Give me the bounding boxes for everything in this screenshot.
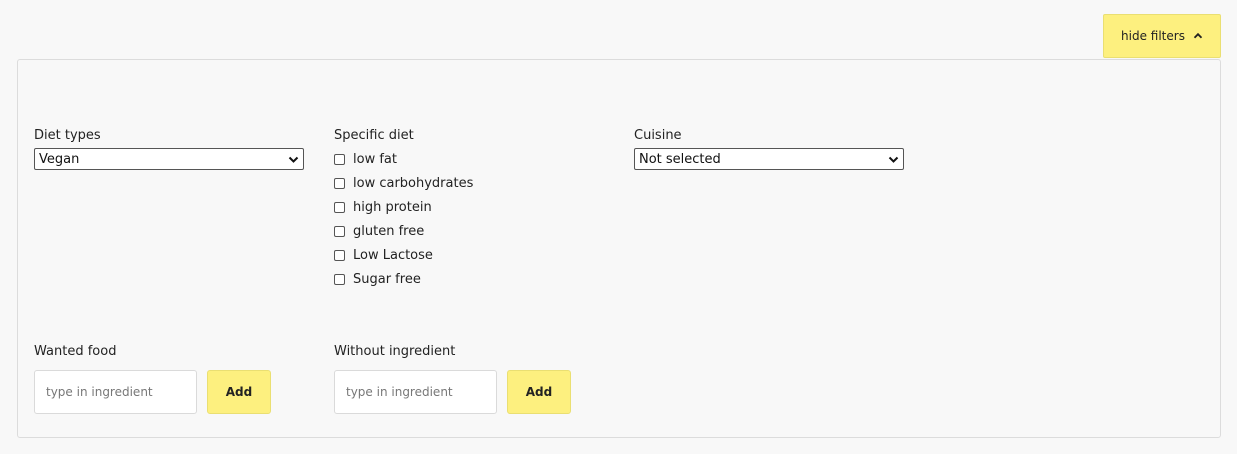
checkbox-sugar-free[interactable]: Sugar free bbox=[334, 272, 421, 287]
wanted-food-add-button[interactable]: Add bbox=[207, 370, 271, 414]
checkbox-box[interactable] bbox=[334, 250, 345, 261]
without-ingredient-input[interactable]: type in ingredient bbox=[334, 370, 497, 414]
chevron-down-icon bbox=[888, 156, 899, 163]
checkbox-box[interactable] bbox=[334, 274, 345, 285]
diet-types-select[interactable]: Vegan bbox=[34, 148, 304, 170]
chevron-down-icon bbox=[288, 156, 299, 163]
wanted-food-input[interactable]: type in ingredient bbox=[34, 370, 197, 414]
hide-filters-label: hide filters bbox=[1121, 29, 1185, 43]
cuisine-select[interactable]: Not selected bbox=[634, 148, 904, 170]
hide-filters-button[interactable]: hide filters bbox=[1103, 14, 1221, 58]
checkbox-label: low carbohydrates bbox=[353, 176, 474, 191]
checkbox-label: Sugar free bbox=[353, 272, 421, 287]
without-ingredient-label: Without ingredient bbox=[334, 344, 456, 359]
specific-diet-label: Specific diet bbox=[334, 128, 414, 143]
checkbox-low-carbohydrates[interactable]: low carbohydrates bbox=[334, 176, 473, 191]
checkbox-box[interactable] bbox=[334, 226, 345, 237]
checkbox-label: low fat bbox=[353, 152, 397, 167]
without-ingredient-add-button[interactable]: Add bbox=[507, 370, 571, 414]
checkbox-label: gluten free bbox=[353, 224, 425, 239]
checkbox-low-fat[interactable]: low fat bbox=[334, 152, 397, 167]
checkbox-label: Low Lactose bbox=[353, 248, 433, 263]
without-ingredient-placeholder: type in ingredient bbox=[346, 385, 453, 399]
checkbox-box[interactable] bbox=[334, 202, 345, 213]
checkbox-low-lactose[interactable]: Low Lactose bbox=[334, 248, 433, 263]
checkbox-high-protein[interactable]: high protein bbox=[334, 200, 432, 215]
chevron-up-icon bbox=[1193, 32, 1203, 39]
filters-panel bbox=[17, 59, 1221, 438]
wanted-food-label: Wanted food bbox=[34, 344, 117, 359]
checkbox-box[interactable] bbox=[334, 178, 345, 189]
diet-types-label: Diet types bbox=[34, 128, 101, 143]
cuisine-selected: Not selected bbox=[639, 151, 721, 167]
checkbox-label: high protein bbox=[353, 200, 432, 215]
wanted-food-placeholder: type in ingredient bbox=[46, 385, 153, 399]
checkbox-box[interactable] bbox=[334, 154, 345, 165]
diet-types-selected: Vegan bbox=[39, 151, 80, 167]
cuisine-label: Cuisine bbox=[634, 128, 682, 143]
checkbox-gluten-free[interactable]: gluten free bbox=[334, 224, 424, 239]
